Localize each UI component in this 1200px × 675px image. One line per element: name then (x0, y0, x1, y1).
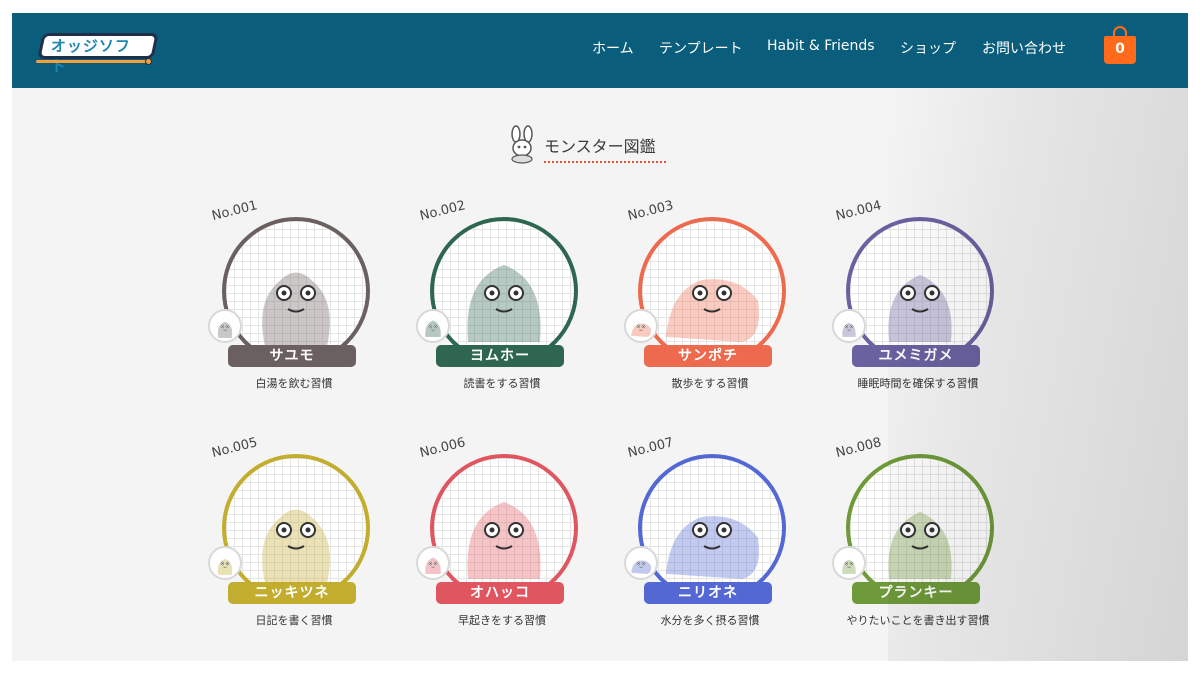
monster-card[interactable]: No.001 サユモ 白湯を飲む習慣 (208, 198, 422, 409)
monster-card[interactable]: No.002 ヨムホー 読書をする習慣 (416, 198, 630, 409)
cart-button[interactable]: 0 (1104, 26, 1136, 64)
site-header: オッジソフト ホーム テンプレート Habit & Friends ショップ お… (12, 13, 1188, 88)
monster-name: ヨムホー (436, 345, 564, 367)
monster-name: サンポチ (644, 345, 772, 367)
monster-portrait (638, 217, 786, 365)
monster-habit: 読書をする習慣 (463, 377, 541, 390)
monster-portrait (846, 454, 994, 602)
monster-habit: 散歩をする習慣 (671, 377, 749, 390)
nav-habit-friends[interactable]: Habit & Friends (767, 38, 875, 54)
monster-name: ニッキツネ (228, 582, 356, 604)
cart-count: 0 (1115, 41, 1125, 57)
monster-portrait (430, 217, 578, 365)
nav-home[interactable]: ホーム (592, 38, 634, 58)
monster-habit: やりたいことを書き出す習慣 (846, 614, 990, 627)
monster-portrait (222, 217, 370, 365)
mascot-icon (511, 125, 533, 164)
monster-mini-icon (624, 309, 658, 343)
monster-name: ユメミガメ (852, 345, 980, 367)
monster-portrait (638, 454, 786, 602)
monster-mini-icon (832, 546, 866, 580)
monster-name: オハッコ (436, 582, 564, 604)
section-heading: モンスター図鑑 (504, 120, 684, 170)
monster-name: ニリオネ (644, 582, 772, 604)
monster-name: プランキー (852, 582, 980, 604)
monster-habit: 睡眠時間を確保する習慣 (857, 377, 979, 390)
monster-portrait (430, 454, 578, 602)
title-underline (544, 161, 666, 163)
monster-habit: 水分を多く摂る習慣 (660, 614, 760, 627)
monster-habit: 日記を書く習慣 (255, 614, 333, 627)
monster-card[interactable]: No.005 ニッキツネ 日記を書く習慣 (208, 435, 422, 646)
monster-mini-icon (416, 309, 450, 343)
monster-mini-icon (208, 309, 242, 343)
monster-card[interactable]: No.007 ニリオネ 水分を多く摂る習慣 (624, 435, 838, 646)
monster-portrait (222, 454, 370, 602)
monster-portrait (846, 217, 994, 365)
monster-mini-icon (416, 546, 450, 580)
page-frame: オッジソフト ホーム テンプレート Habit & Friends ショップ お… (12, 13, 1188, 661)
nav-contact[interactable]: お問い合わせ (982, 38, 1066, 58)
monster-card[interactable]: No.006 オハッコ 早起きをする習慣 (416, 435, 630, 646)
page-title: モンスター図鑑 (544, 137, 656, 156)
site-logo[interactable]: オッジソフト (36, 31, 159, 75)
monster-name: サユモ (228, 345, 356, 367)
monster-card[interactable]: No.008 プランキー やりたいことを書き出す習慣 (832, 435, 1046, 646)
nav-shop[interactable]: ショップ (900, 38, 956, 58)
logo-text: オッジソフト (50, 37, 131, 75)
monster-mini-icon (208, 546, 242, 580)
monster-mini-icon (624, 546, 658, 580)
monster-habit: 白湯を飲む習慣 (255, 377, 333, 390)
nav-templates[interactable]: テンプレート (659, 38, 743, 58)
monster-mini-icon (832, 309, 866, 343)
monster-habit: 早起きをする習慣 (458, 614, 546, 627)
monster-card[interactable]: No.003 サンポチ 散歩をする習慣 (624, 198, 838, 409)
monster-card[interactable]: No.004 ユメミガメ 睡眠時間を確保する習慣 (832, 198, 1046, 409)
